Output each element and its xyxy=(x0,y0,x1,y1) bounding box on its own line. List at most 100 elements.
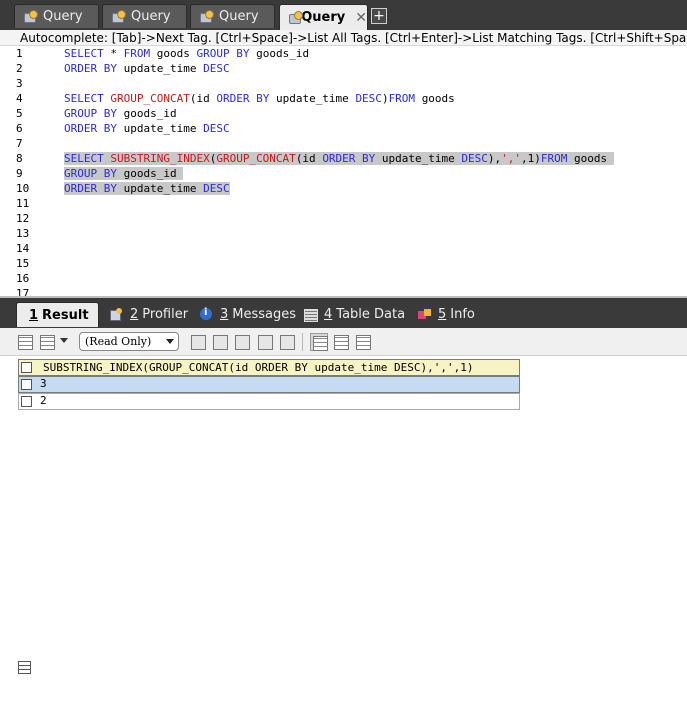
query-icon xyxy=(288,10,304,25)
code-token: ), xyxy=(487,152,502,165)
code-token: (id xyxy=(295,152,323,165)
code-token: FROM xyxy=(388,92,422,105)
column-header-label: SUBSTRING_INDEX(GROUP_CONCAT(id ORDER BY… xyxy=(43,361,474,374)
code-text: GROUP BY goods_id xyxy=(64,107,177,120)
tab-query-4-active[interactable]: Query ✕ xyxy=(279,4,368,30)
column-header[interactable]: SUBSTRING_INDEX(GROUP_CONCAT(id ORDER BY… xyxy=(18,359,520,376)
close-tab-icon[interactable]: ✕ xyxy=(355,10,367,26)
query-icon xyxy=(199,9,214,24)
table-cell[interactable]: 2 xyxy=(40,392,47,409)
code-token: goods_id xyxy=(256,47,310,60)
code-token: GROUP_CONCAT xyxy=(216,152,296,165)
code-token: (id xyxy=(189,92,217,105)
tab-number: 1 xyxy=(29,307,39,323)
code-token: goods_id xyxy=(123,167,184,180)
export-dropdown-icon[interactable] xyxy=(60,338,68,343)
code-token: DESC xyxy=(461,152,488,165)
line-number: 7 xyxy=(16,137,23,150)
code-token: * xyxy=(110,47,124,60)
code-token: ORDER BY xyxy=(216,92,276,105)
tab-query-2[interactable]: Query xyxy=(102,4,187,28)
line-number: 11 xyxy=(16,197,30,210)
readonly-select[interactable]: (Read Only) xyxy=(79,332,179,351)
add-tab-button[interactable]: + xyxy=(371,8,387,24)
export-icon[interactable] xyxy=(38,333,56,351)
code-text: SELECT GROUP_CONCAT(id ORDER BY update_t… xyxy=(64,92,455,105)
delete-icon[interactable] xyxy=(256,333,274,351)
code-token: SELECT xyxy=(64,47,111,60)
tab-query-1[interactable]: Query xyxy=(14,4,99,28)
code-text: ORDER BY update_time DESC xyxy=(64,122,230,135)
code-line[interactable]: ORDER BY update_time DESC xyxy=(64,61,230,76)
code-line[interactable]: ORDER BY update_time DESC xyxy=(64,121,230,136)
profiler-icon xyxy=(110,307,124,322)
table-data-icon xyxy=(304,308,318,322)
line-number-gutter: 1 2 3 4 5 6 7 8 9 10 11 12 13 14 15 16 17 xyxy=(0,46,58,296)
tab-profiler[interactable]: 2 Profiler xyxy=(104,302,196,327)
tab-messages[interactable]: 3 Messages xyxy=(194,302,304,327)
line-number: 3 xyxy=(16,77,23,90)
grid-mode-icon[interactable] xyxy=(310,333,328,351)
table-cell[interactable]: 3 xyxy=(40,375,47,392)
code-token: FROM xyxy=(540,152,575,165)
line-number: 1 xyxy=(16,47,23,60)
tab-label: Query xyxy=(131,9,171,24)
result-grid-icon xyxy=(17,660,687,721)
sql-editor[interactable]: 1 2 3 4 5 6 7 8 9 10 11 12 13 14 15 16 17 SELECT * FROM … xyxy=(0,46,687,296)
code-token: DESC xyxy=(203,122,230,135)
text-mode-icon[interactable] xyxy=(354,333,372,351)
select-all-checkbox[interactable] xyxy=(21,362,32,373)
tab-table-data[interactable]: 4 Table Data xyxy=(298,302,413,327)
line-number: 8 xyxy=(16,152,23,165)
line-number: 15 xyxy=(16,257,30,270)
query-icon xyxy=(111,9,126,24)
code-token: ORDER BY xyxy=(64,122,124,135)
table-row[interactable] xyxy=(18,376,520,393)
code-token: update_time xyxy=(381,152,462,165)
cancel-changes-icon[interactable] xyxy=(278,333,296,351)
code-token: GROUP_CONCAT xyxy=(110,92,190,105)
save-icon[interactable] xyxy=(233,333,251,351)
selected-text: SELECT SUBSTRING_INDEX(GROUP_CONCAT(id O… xyxy=(64,152,614,165)
tab-result[interactable]: 1 Result xyxy=(16,302,687,721)
duplicate-row-icon[interactable] xyxy=(211,333,229,351)
autocomplete-hint: Autocomplete: [Tab]->Next Tag. [Ctrl+Spa… xyxy=(0,30,687,46)
result-grid: SUBSTRING_INDEX(GROUP_CONCAT(id ORDER BY… xyxy=(0,357,687,418)
tab-label: Query xyxy=(219,9,259,24)
selected-text: ORDER BY update_time DESC xyxy=(64,182,230,195)
table-row[interactable] xyxy=(18,393,520,410)
code-line[interactable]: SELECT SUBSTRING_INDEX(GROUP_CONCAT(id O… xyxy=(64,151,614,166)
code-token: SELECT xyxy=(64,152,111,165)
code-token: GROUP BY xyxy=(196,47,257,60)
line-number: 14 xyxy=(16,242,30,255)
code-token: GROUP BY xyxy=(64,107,124,120)
code-token: FROM xyxy=(123,47,157,60)
tab-number: 4 xyxy=(324,307,333,322)
code-token: ORDER BY xyxy=(64,62,124,75)
tab-info[interactable]: 5 Info xyxy=(412,302,483,327)
code-line[interactable]: GROUP BY goods_id xyxy=(64,106,177,121)
toolbar-divider xyxy=(302,333,303,351)
messages-icon xyxy=(200,307,214,322)
code-token: ,1) xyxy=(521,152,541,165)
tab-query-3[interactable]: Query xyxy=(190,4,275,28)
result-toolbar: (Read Only) xyxy=(0,328,687,356)
code-line[interactable]: SELECT GROUP_CONCAT(id ORDER BY update_t… xyxy=(64,91,455,106)
grid-view-icon[interactable] xyxy=(16,333,34,351)
tab-number: 5 xyxy=(438,307,447,322)
row-checkbox[interactable] xyxy=(21,379,32,390)
insert-row-icon[interactable] xyxy=(189,333,207,351)
line-number: 13 xyxy=(16,227,30,240)
tab-number: 3 xyxy=(220,307,229,322)
tab-label: Table Data xyxy=(336,307,406,322)
tab-label: Messages xyxy=(232,307,297,322)
code-token: goods xyxy=(574,152,614,165)
code-token: goods xyxy=(421,92,455,105)
code-line[interactable]: GROUP BY goods_id xyxy=(64,166,184,181)
code-line[interactable]: ORDER BY update_time DESC xyxy=(64,181,230,196)
form-mode-icon[interactable] xyxy=(332,333,350,351)
line-number: 2 xyxy=(16,62,23,75)
row-checkbox[interactable] xyxy=(21,396,32,407)
code-line[interactable]: SELECT * FROM goods GROUP BY goods_id xyxy=(64,46,309,61)
tab-label: Result xyxy=(42,307,89,323)
